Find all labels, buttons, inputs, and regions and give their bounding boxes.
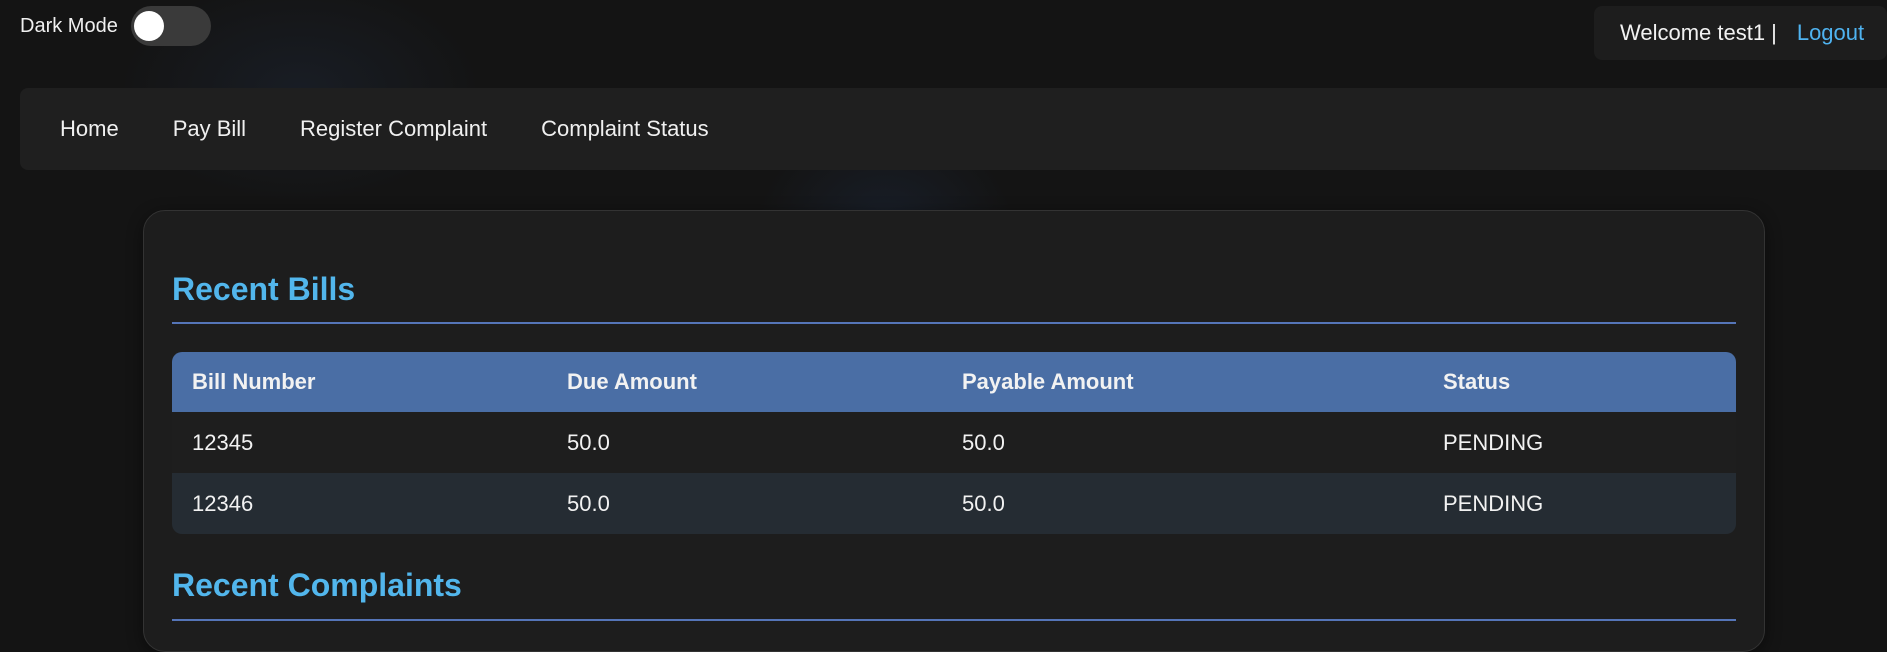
table-row: 12345 50.0 50.0 PENDING: [172, 412, 1736, 473]
status-cell: PENDING: [1443, 490, 1544, 516]
section-divider: [172, 619, 1736, 621]
dark-mode-label: Dark Mode: [20, 14, 118, 37]
nav-item-complaint-status[interactable]: Complaint Status: [541, 116, 709, 142]
payable-amount-cell: 50.0: [962, 429, 1005, 455]
due-amount-cell: 50.0: [567, 490, 610, 516]
dark-mode-control: Dark Mode: [20, 6, 211, 46]
bill-number-cell: 12346: [192, 490, 254, 516]
column-header-status: Status: [1443, 369, 1511, 394]
bill-number-cell: 12345: [192, 429, 254, 455]
toggle-knob: [133, 11, 164, 41]
payable-amount-cell: 50.0: [962, 490, 1005, 516]
main-nav: Home Pay Bill Register Complaint Complai…: [20, 88, 1887, 170]
nav-item-register-complaint[interactable]: Register Complaint: [300, 116, 487, 142]
nav-item-home[interactable]: Home: [60, 116, 119, 142]
bills-table: Bill Number Due Amount Payable Amount St…: [172, 352, 1736, 534]
column-header-payable-amount: Payable Amount: [962, 369, 1134, 394]
nav-item-pay-bill[interactable]: Pay Bill: [173, 116, 246, 142]
table-row: 12346 50.0 50.0 PENDING: [172, 473, 1736, 534]
user-separator: |: [1771, 20, 1777, 45]
column-header-bill-number: Bill Number: [192, 369, 316, 394]
recent-complaints-title: Recent Complaints: [172, 567, 462, 603]
logout-link[interactable]: Logout: [1797, 20, 1864, 46]
recent-bills-title: Recent Bills: [172, 271, 356, 307]
dark-mode-toggle[interactable]: [130, 6, 211, 46]
status-cell: PENDING: [1443, 429, 1544, 455]
section-divider: [172, 322, 1736, 324]
table-header-row: Bill Number Due Amount Payable Amount St…: [172, 352, 1736, 412]
user-panel: Welcome test1 | Logout: [1594, 6, 1887, 60]
welcome-text: Welcome test1: [1620, 20, 1766, 45]
dashboard-card: Recent Bills Bill Number Due Amount Paya…: [143, 210, 1765, 652]
column-header-due-amount: Due Amount: [567, 369, 697, 394]
due-amount-cell: 50.0: [567, 429, 610, 455]
